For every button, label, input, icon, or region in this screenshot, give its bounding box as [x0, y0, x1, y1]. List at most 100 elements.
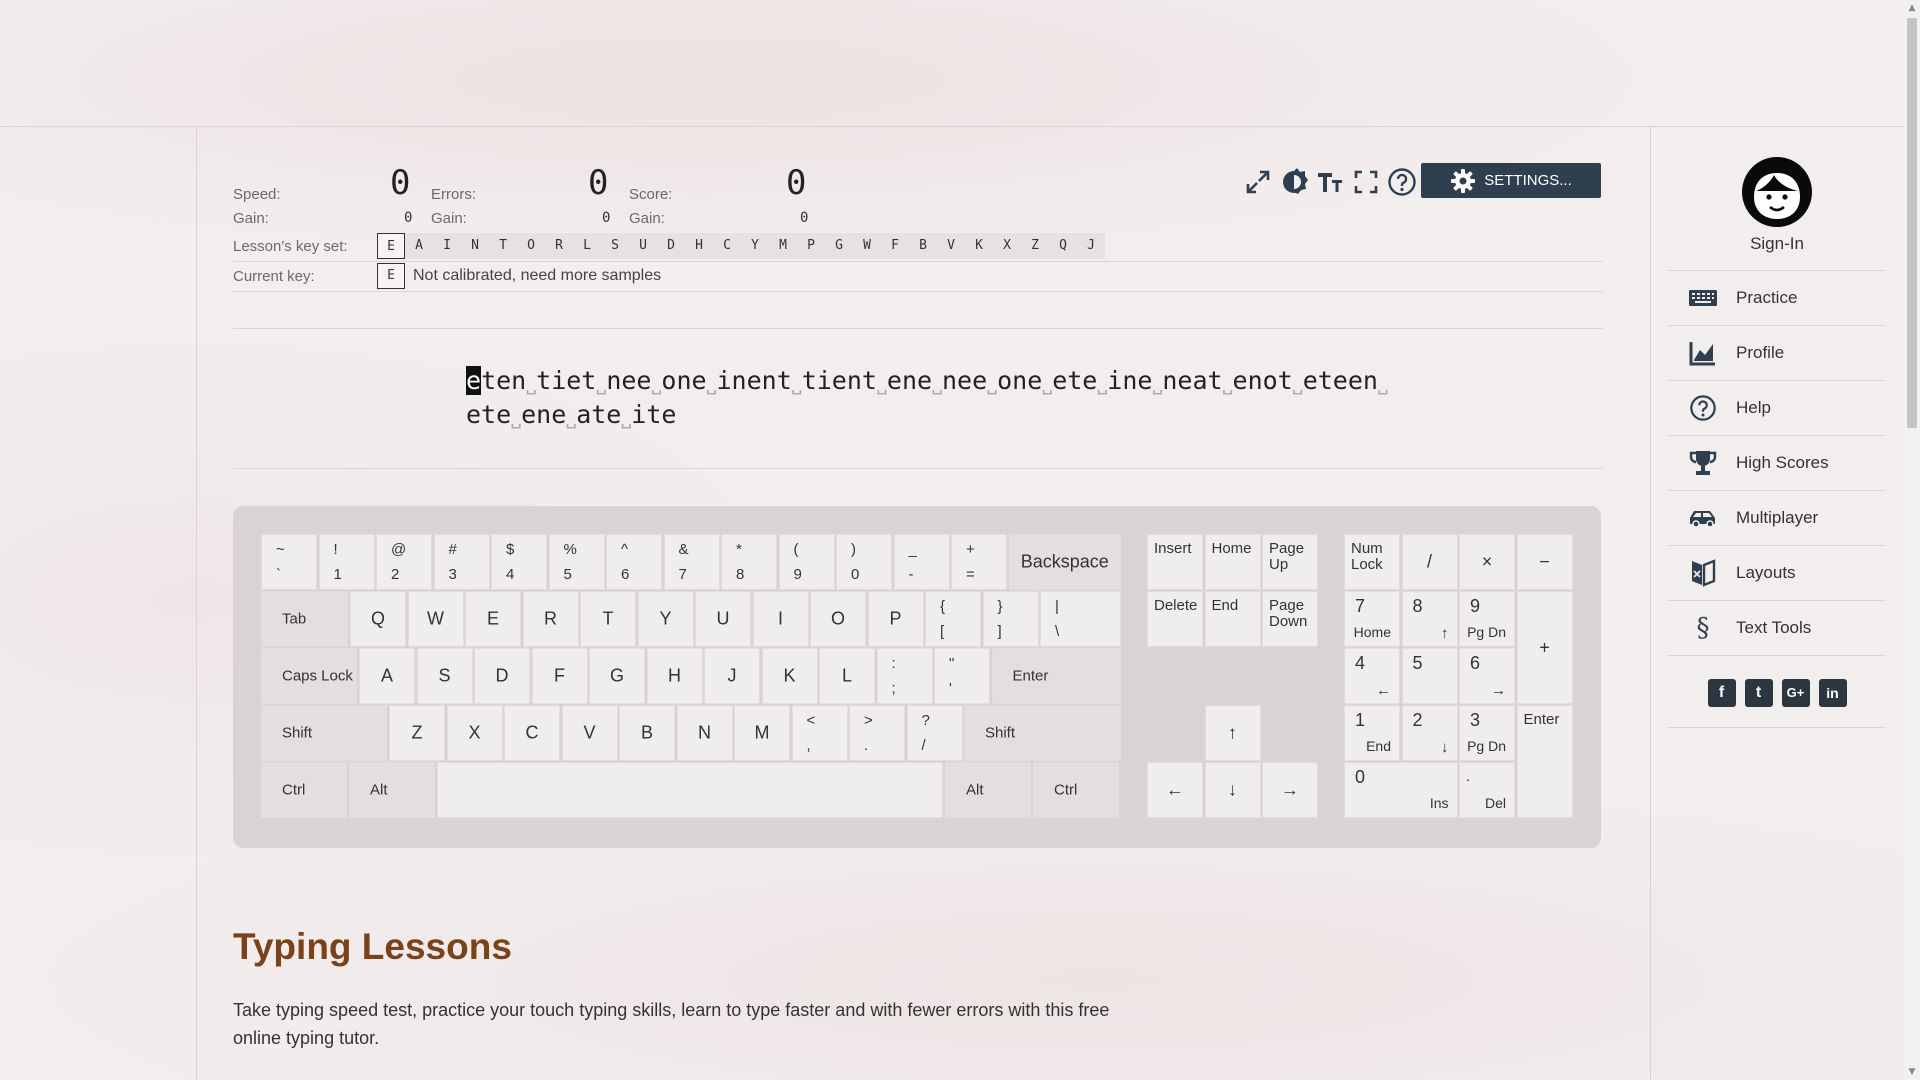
- numpad-0-key[interactable]: 0 Ins: [1344, 762, 1458, 818]
- key-l[interactable]: L: [819, 648, 875, 704]
- numpad-enter-key[interactable]: Enter: [1516, 705, 1573, 818]
- key-sym[interactable]: ? /: [906, 705, 963, 761]
- right-shift-key[interactable]: Shift: [964, 705, 1121, 761]
- arrow-left-key[interactable]: ←: [1147, 762, 1203, 818]
- key-`[interactable]: ~ `: [261, 534, 317, 590]
- google-plus-icon[interactable]: G+: [1781, 678, 1810, 707]
- insert-key[interactable]: Insert: [1147, 534, 1203, 590]
- numpad-dot-key[interactable]: . Del: [1459, 762, 1515, 818]
- font-size-icon[interactable]: [1314, 166, 1346, 198]
- key-2[interactable]: @2: [376, 534, 432, 590]
- key-c[interactable]: C: [504, 705, 560, 761]
- key-4[interactable]: $4: [491, 534, 547, 590]
- key-i[interactable]: I: [752, 591, 809, 647]
- key-v[interactable]: V: [561, 705, 618, 761]
- scroll-up-arrow-icon[interactable]: ▲: [1904, 0, 1920, 16]
- fullscreen-icon[interactable]: [1350, 166, 1382, 198]
- expand-icon[interactable]: [1242, 166, 1274, 198]
- key-y[interactable]: Y: [637, 591, 694, 647]
- arrow-right-key[interactable]: →: [1262, 762, 1318, 818]
- key-r[interactable]: R: [522, 591, 579, 647]
- key-n[interactable]: N: [676, 705, 733, 761]
- scrollbar[interactable]: ▲ ▼: [1904, 0, 1920, 1080]
- key-s[interactable]: S: [416, 648, 473, 704]
- key-g[interactable]: G: [589, 648, 645, 704]
- lesson-text[interactable]: eten˽tiet˽nee˽one˽inent˽tient˽ene˽nee˽on…: [466, 364, 1388, 432]
- sign-in-link[interactable]: Sign-In: [1650, 234, 1904, 254]
- key-x[interactable]: X: [446, 705, 503, 761]
- key-u[interactable]: U: [695, 591, 751, 647]
- key-3[interactable]: #3: [433, 534, 490, 590]
- right-alt-key[interactable]: Alt: [945, 762, 1031, 818]
- numpad-multiply-key[interactable]: ×: [1459, 534, 1515, 590]
- key-sym[interactable]: {[: [925, 591, 981, 647]
- enter-key[interactable]: Enter: [991, 648, 1121, 704]
- right-ctrl-key[interactable]: Ctrl: [1033, 762, 1119, 818]
- key-5[interactable]: % 5: [548, 534, 605, 590]
- key-sym[interactable]: :;: [876, 648, 933, 704]
- linkedin-icon[interactable]: in: [1818, 678, 1847, 707]
- help-icon[interactable]: [1386, 166, 1418, 198]
- theme-icon[interactable]: [1278, 166, 1310, 198]
- key-q[interactable]: Q: [350, 591, 406, 647]
- numpad-4-key[interactable]: 4 ←: [1344, 648, 1400, 704]
- left-alt-key[interactable]: Alt: [349, 762, 435, 818]
- key-w[interactable]: W: [407, 591, 464, 647]
- delete-key[interactable]: Delete: [1147, 591, 1203, 647]
- key-1[interactable]: ! 1: [318, 534, 375, 590]
- twitter-icon[interactable]: t: [1744, 678, 1773, 707]
- key-t[interactable]: T: [580, 591, 636, 647]
- sidebar-item-profile[interactable]: Profile: [1668, 326, 1886, 381]
- numpad-6-key[interactable]: 6 →: [1459, 648, 1515, 704]
- end-key[interactable]: End: [1204, 591, 1261, 647]
- num-lock-key[interactable]: Num Lock: [1344, 534, 1400, 590]
- numpad-3-key[interactable]: 3 Pg Dn: [1459, 705, 1515, 761]
- page-up-key[interactable]: Page Up: [1262, 534, 1318, 590]
- key-k[interactable]: K: [761, 648, 818, 704]
- key-0[interactable]: ) 0: [836, 534, 892, 590]
- key-e[interactable]: E: [465, 591, 521, 647]
- key-d[interactable]: D: [474, 648, 530, 704]
- sidebar-item-text-tools[interactable]: § Text Tools: [1668, 601, 1886, 656]
- settings-button[interactable]: SETTINGS...: [1421, 163, 1601, 198]
- key-f[interactable]: F: [531, 648, 588, 704]
- key-a[interactable]: A: [359, 648, 415, 704]
- scroll-down-arrow-icon[interactable]: ▼: [1904, 1064, 1920, 1080]
- spacebar-key[interactable]: [437, 762, 943, 818]
- numpad-2-key[interactable]: 2 ↓: [1401, 705, 1458, 761]
- arrow-down-key[interactable]: ↓: [1204, 762, 1261, 818]
- sidebar-item-high-scores[interactable]: High Scores: [1668, 436, 1886, 491]
- arrow-up-key[interactable]: ↑: [1204, 705, 1261, 761]
- key-sym[interactable]: >.: [849, 705, 905, 761]
- tab-key[interactable]: Tab: [261, 591, 348, 647]
- key-j[interactable]: J: [704, 648, 760, 704]
- scrollbar-thumb[interactable]: [1907, 18, 1917, 428]
- numpad-minus-key[interactable]: −: [1516, 534, 1573, 590]
- key-sym[interactable]: " ': [934, 648, 990, 704]
- key-=[interactable]: + =: [951, 534, 1007, 590]
- key-z[interactable]: Z: [389, 705, 445, 761]
- key-6[interactable]: ^ 6: [606, 534, 662, 590]
- left-ctrl-key[interactable]: Ctrl: [261, 762, 347, 818]
- backspace-key[interactable]: Backspace: [1008, 534, 1121, 590]
- numpad-8-key[interactable]: 8 ↑: [1401, 591, 1458, 647]
- numpad-plus-key[interactable]: +: [1516, 591, 1573, 704]
- caps-lock-key[interactable]: Caps Lock: [261, 648, 357, 704]
- page-down-key[interactable]: Page Down: [1262, 591, 1318, 647]
- key-m[interactable]: M: [734, 705, 790, 761]
- numpad-divide-key[interactable]: /: [1401, 534, 1458, 590]
- left-shift-key[interactable]: Shift: [261, 705, 387, 761]
- key-b[interactable]: B: [619, 705, 675, 761]
- sidebar-item-multiplayer[interactable]: Multiplayer: [1668, 491, 1886, 546]
- key--[interactable]: _ -: [893, 534, 950, 590]
- key-sym[interactable]: | \: [1040, 591, 1121, 647]
- numpad-7-key[interactable]: 7 Home: [1344, 591, 1400, 647]
- key-sym[interactable]: <,: [791, 705, 848, 761]
- numpad-5-key[interactable]: 5: [1401, 648, 1458, 704]
- home-key[interactable]: Home: [1204, 534, 1261, 590]
- facebook-icon[interactable]: f: [1707, 678, 1736, 707]
- key-8[interactable]: * 8: [721, 534, 777, 590]
- numpad-1-key[interactable]: 1 End: [1344, 705, 1400, 761]
- key-h[interactable]: H: [646, 648, 703, 704]
- sidebar-item-practice[interactable]: Practice: [1668, 271, 1886, 326]
